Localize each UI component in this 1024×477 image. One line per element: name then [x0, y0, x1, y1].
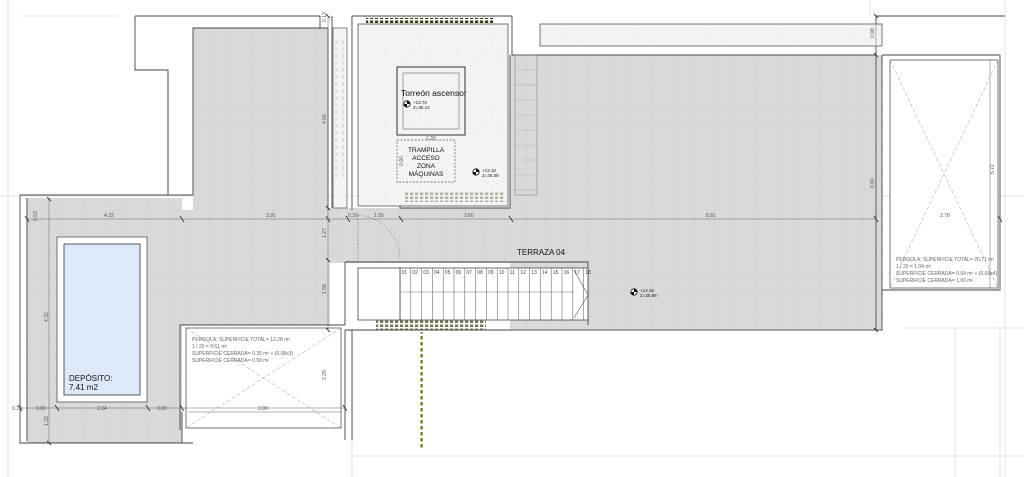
pergola-right-line-2: 1 / 20 = 1.04 m²: [896, 264, 931, 270]
stair-step-number: 03: [423, 270, 429, 276]
dim-1-58: 1.58: [322, 284, 328, 294]
dim-0-80-a: 0.80: [36, 406, 46, 412]
level-machines-bottom: Z=35.58: [482, 173, 499, 178]
dim-4-32-vertical: 4.32: [44, 312, 50, 322]
dim-2-34: 2.34: [97, 406, 107, 412]
stair-step-number: 02: [412, 270, 418, 276]
trampilla-line-1: TRAMPILLA: [408, 147, 445, 154]
dim-3-60: 3.60: [464, 213, 474, 219]
dim-5-72: 5.72: [990, 164, 996, 174]
dim-0-98: 0.98: [870, 28, 876, 38]
dim-0-30: 0.30: [348, 213, 358, 219]
dim-8-81: 8.81: [706, 213, 716, 219]
pergola-left-line-2: 1 / 20 = 0.61 m²: [192, 344, 227, 350]
pergola-right-line-1: PERGOLA: SUPERFICIE TOTAL= 20.71 m²: [896, 257, 994, 263]
dim-1-27: 1.27: [322, 228, 328, 238]
pergola-left-line-3: SUPERFICIE CERRADA= 0.35 m² + (0.08x3): [192, 351, 293, 357]
stair-step-number: 15: [553, 270, 559, 276]
trampilla-line-4: MÁQUINAS: [409, 169, 444, 178]
dim-4-32: 4.32: [104, 213, 114, 219]
pergola-right-line-4: SUPERFICIE CERRADA= 1.00 m²: [896, 278, 973, 284]
dim-0-13-b: 0.13: [322, 12, 328, 22]
stair-step-number: 09: [488, 270, 494, 276]
deposito-line-1: DEPÓSITO:: [69, 374, 112, 383]
floor-plan: 4.32 3.91 0.30 1.05 3.60 8.81 2.78 0.53 …: [0, 0, 1024, 477]
pergola-right-line-3: SUPERFICIE CERRADA= 0.64 m² + (0.09x4): [896, 271, 997, 277]
stair-step-number: 08: [477, 270, 483, 276]
dim-3-90: 3.90: [258, 406, 268, 412]
skylight-strip: [539, 23, 883, 47]
level-tower-bottom: Z=36.10: [413, 105, 430, 110]
vertical-strip: [332, 27, 348, 209]
dim-6-80: 6.80: [870, 178, 876, 188]
stair-step-number: 06: [456, 270, 462, 276]
dim-0-53: 0.53: [33, 211, 39, 221]
label-torreon: Torreón ascensor: [401, 88, 467, 98]
stair-step-number: 04: [434, 270, 440, 276]
deposito-line-2: 7.41 m2: [69, 383, 98, 392]
stair-step-number: 18: [585, 270, 591, 276]
dim-4-66: 4.66: [322, 114, 328, 124]
stair-step-number: 11: [510, 270, 515, 276]
stair-step-number: 17: [574, 270, 580, 276]
stair-step-number: 05: [445, 270, 451, 276]
stair-step-number: 10: [499, 270, 505, 276]
dim-1-33: 1.33: [44, 416, 50, 426]
stair-step-number: 14: [542, 270, 548, 276]
trampilla-line-2: ACCESO: [412, 155, 439, 162]
stair-step-number: 07: [466, 270, 472, 276]
pergola-right: [889, 59, 999, 289]
dim-1-20: 1.20: [426, 136, 436, 142]
dotted-axis-line: [420, 332, 424, 450]
level-terrace-bottom: Z=35.58: [640, 293, 657, 298]
pergola-left-line-4: SUPERFICIE CERRADA= 0.59 m²: [192, 358, 269, 364]
stair-step-number: 16: [564, 270, 570, 276]
dim-0-13: 0.13: [12, 406, 22, 412]
dim-0-80-b: 0.80: [157, 406, 167, 412]
stair-step-number: 01: [402, 270, 408, 276]
label-terraza: TERRAZA 04: [517, 248, 566, 257]
pergola-left: [185, 327, 342, 429]
trampilla-line-3: ZONA: [417, 163, 436, 170]
dim-3-91: 3.91: [266, 213, 276, 219]
pergola-left-line-1: PERGOLA: SUPERFICIE TOTAL= 12.28 m²: [192, 337, 290, 343]
stair-step-number: 12: [520, 270, 526, 276]
dim-2-78: 2.78: [940, 213, 950, 219]
dim-0-90: 0.90: [399, 156, 405, 166]
dim-1-05: 1.05: [374, 213, 384, 219]
stair-step-number: 13: [531, 270, 537, 276]
dim-2-29: 2.29: [322, 370, 328, 380]
